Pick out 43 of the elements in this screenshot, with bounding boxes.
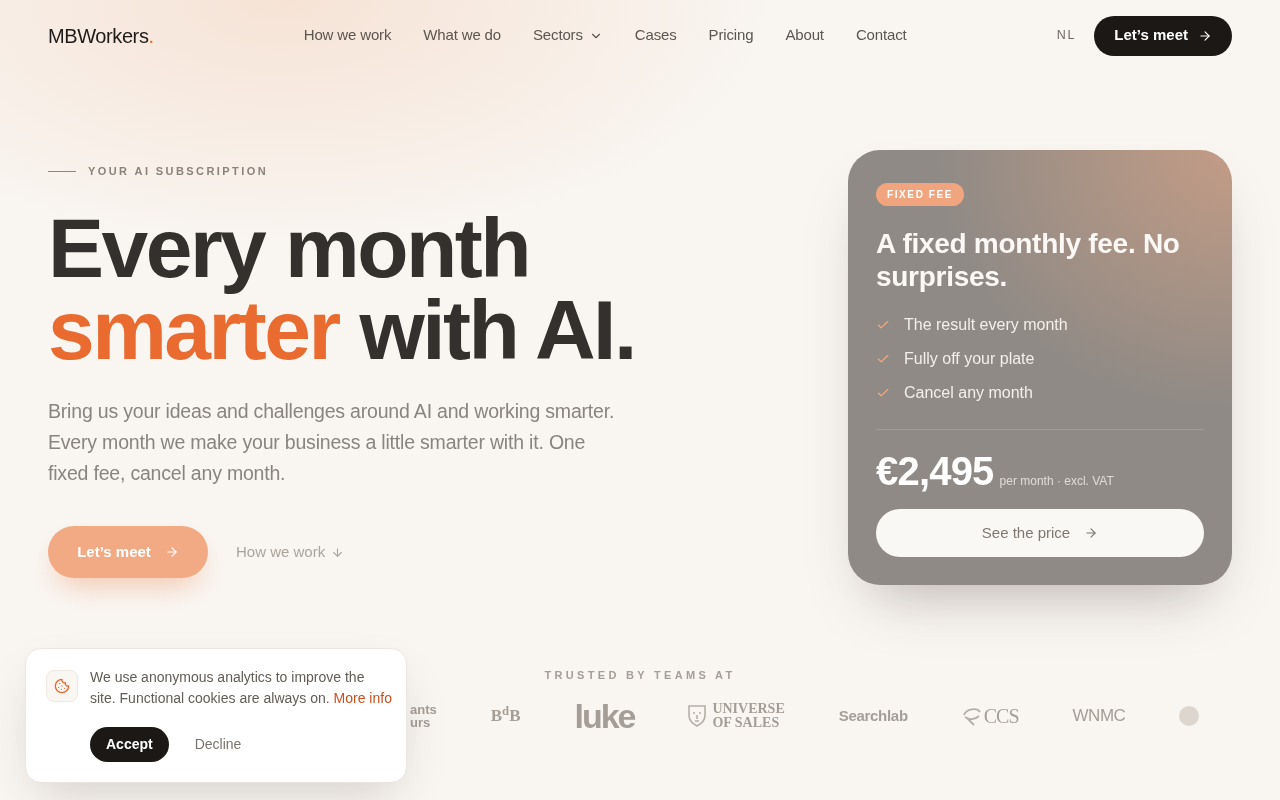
- feature-text: Cancel any month: [904, 383, 1033, 403]
- logo[interactable]: MBWorkers.: [48, 20, 154, 51]
- nav-link[interactable]: How we work: [303, 24, 392, 47]
- decline-button[interactable]: Decline: [194, 734, 242, 755]
- seal-icon: [1179, 706, 1200, 726]
- fixed-fee-badge: FIXED FEE: [876, 183, 965, 206]
- hero-heading: Every month smarter with AI.: [48, 207, 636, 371]
- nav-link[interactable]: About: [785, 24, 824, 47]
- nav-link[interactable]: Pricing: [708, 24, 754, 47]
- language-link[interactable]: NL: [1056, 26, 1077, 45]
- arrow-down-icon: [331, 545, 345, 559]
- cookie-message: We use anonymous analytics to improve the site. Functional cookies are always on. More info: [90, 668, 393, 708]
- logo-wordmark: Searchlab: [838, 705, 908, 726]
- price-text: €2,495: [876, 448, 994, 495]
- check-icon: [876, 318, 890, 332]
- logo-wordmark: CCS: [983, 704, 1019, 729]
- nav-link[interactable]: Cases: [634, 24, 677, 47]
- nav-link[interactable]: Sectors: [533, 24, 603, 47]
- accept-button[interactable]: Accept: [90, 727, 169, 762]
- trusted-label: TRUSTED BY TEAMS AT: [544, 668, 736, 683]
- logo-wordmark: B$^{d}$B: [490, 703, 521, 728]
- mask-icon: [688, 705, 707, 727]
- more-info-link[interactable]: More info: [333, 690, 392, 706]
- feature-text: The result every month: [904, 315, 1068, 335]
- arrow-right-icon: [1084, 526, 1099, 540]
- card-title: A fixed monthly fee. No surprises.: [876, 227, 1181, 293]
- nav-link[interactable]: What we do: [423, 24, 501, 47]
- check-icon: [876, 386, 890, 400]
- cta-button[interactable]: Let’s meet: [1094, 15, 1232, 56]
- see-price-button[interactable]: See the price: [876, 509, 1204, 557]
- nav-link[interactable]: Contact: [855, 24, 907, 47]
- hero-intro: Bring us your ideas and challenges around AI and working smarter. Every month we make your business a little smarter with it. One fixed fee, cancel any month.: [48, 399, 616, 486]
- eyebrow-text: YOUR AI SUBSCRIPTION: [88, 164, 268, 179]
- logo-wordmark: WNMC: [1072, 705, 1126, 728]
- check-icon: [876, 352, 890, 366]
- cookie-icon: [46, 670, 78, 702]
- logo-wordmark: ants urs: [410, 703, 437, 729]
- price-note: per month · excl. VAT: [999, 473, 1114, 490]
- logo-wordmark: luke: [574, 701, 635, 731]
- logo-wordmark: UNIVERSE OF SALES: [712, 702, 785, 730]
- arrow-right-icon: [164, 545, 179, 559]
- feature-text: Fully off your plate: [904, 349, 1035, 369]
- swoosh-icon: [961, 706, 982, 726]
